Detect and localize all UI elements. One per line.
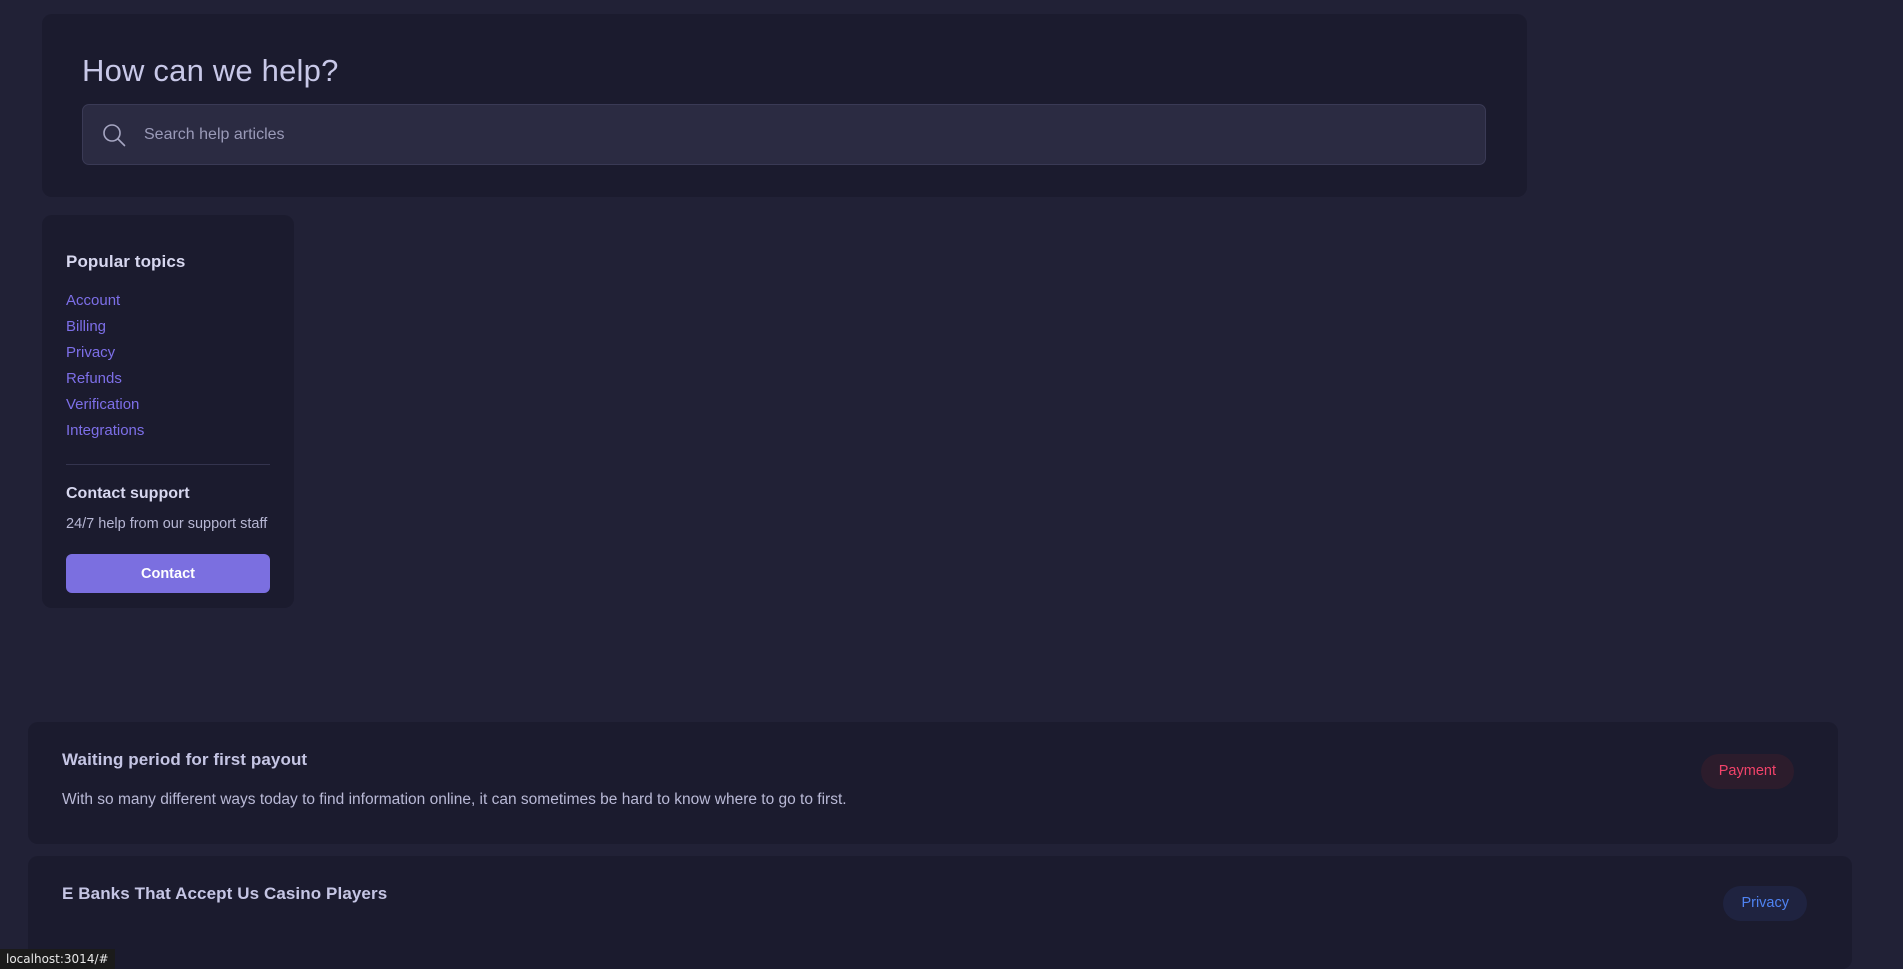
status-bar-url: localhost:3014/#: [0, 949, 115, 969]
status-badge[interactable]: Privacy: [1723, 886, 1807, 921]
article-title: Waiting period for first payout: [62, 750, 308, 769]
article-description: With so many different ways today to fin…: [62, 791, 847, 808]
sidebar-item-account[interactable]: Account: [66, 288, 270, 314]
sidebar-item-verification[interactable]: Verification: [66, 392, 270, 418]
help-center-page: How can we help? Popular topics Account …: [0, 0, 1903, 969]
page-title: How can we help?: [82, 53, 339, 88]
sidebar-item-privacy[interactable]: Privacy: [66, 340, 270, 366]
contact-support-heading: Contact support: [66, 485, 190, 502]
search-bar[interactable]: [82, 104, 1486, 165]
contact-button[interactable]: Contact: [66, 554, 270, 593]
sidebar-card: Popular topics Account Billing Privacy R…: [42, 215, 294, 608]
sidebar-item-billing[interactable]: Billing: [66, 314, 270, 340]
search-icon: [103, 123, 126, 146]
contact-support-subtitle: 24/7 help from our support staff: [66, 516, 268, 532]
popular-topics-heading: Popular topics: [66, 252, 186, 271]
search-input[interactable]: [144, 105, 1467, 164]
article-card[interactable]: E Banks That Accept Us Casino Players Pr…: [28, 856, 1852, 969]
sidebar-divider: [66, 464, 270, 465]
popular-topics-list: Account Billing Privacy Refunds Verifica…: [66, 288, 270, 444]
sidebar-item-refunds[interactable]: Refunds: [66, 366, 270, 392]
article-card[interactable]: Waiting period for first payout With so …: [28, 722, 1838, 844]
status-badge[interactable]: Payment: [1700, 754, 1794, 789]
sidebar-item-integrations[interactable]: Integrations: [66, 418, 270, 444]
article-title: E Banks That Accept Us Casino Players: [62, 884, 388, 903]
